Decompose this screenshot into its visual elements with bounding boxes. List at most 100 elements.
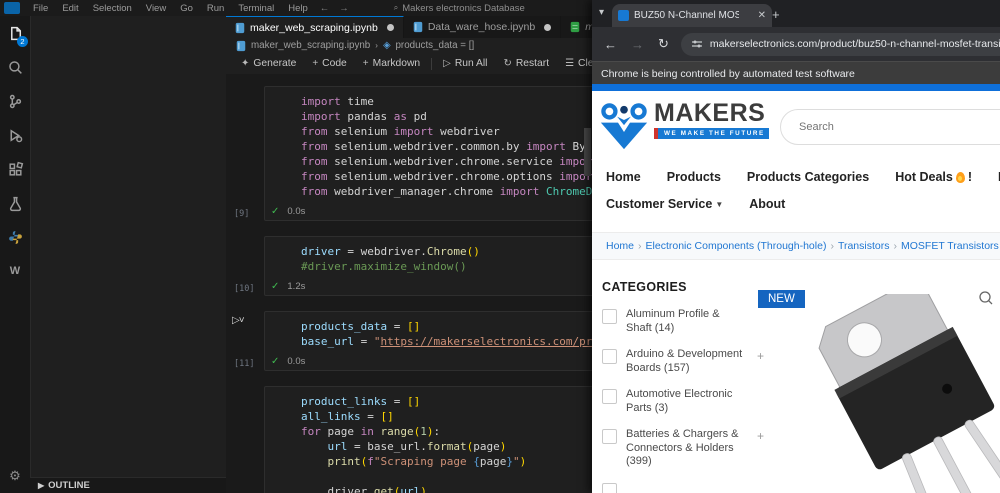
url-text: makerselectronics.com/product/buz50-n-ch… (709, 38, 1000, 50)
site-search-box[interactable] (780, 109, 1000, 145)
site-top-accent-bar (592, 84, 1000, 91)
add-code-button[interactable]: + Code (305, 58, 353, 69)
category-item-cutoff[interactable] (602, 482, 748, 493)
explorer-badge: 2 (17, 36, 28, 47)
category-item[interactable]: Batteries & Chargers & Connectors & Hold… (602, 428, 764, 469)
generate-button[interactable]: ✦ Generate (234, 58, 303, 69)
category-checkbox[interactable] (602, 429, 617, 444)
menu-terminal[interactable]: Terminal (231, 3, 281, 14)
explorer-icon[interactable]: 2 (0, 16, 30, 50)
python-extension-icon[interactable] (0, 220, 30, 254)
category-label: Aluminum Profile & Shaft (14) (626, 308, 720, 334)
category-label: Automotive Electronic Parts (3) (626, 388, 733, 414)
automation-infobar: Chrome is being controlled by automated … (592, 61, 1000, 85)
menu-go[interactable]: Go (173, 3, 200, 14)
back-icon[interactable]: ← (598, 37, 623, 52)
menu-run[interactable]: Run (200, 3, 231, 14)
cell-exec-time: 0.0s (287, 205, 306, 217)
vscode-menubar: File Edit Selection View Go Run Terminal Help (26, 3, 315, 14)
run-all-button[interactable]: ▷ Run All (436, 58, 494, 69)
product-image-transistor (818, 294, 1000, 493)
new-badge: NEW (758, 290, 805, 308)
history-back-icon[interactable]: ← (315, 3, 335, 14)
chrome-window: ▾ BUZ50 N-Channel MOSFET Tra ✕ + ← → ↻ m… (592, 0, 1000, 493)
clear-icon: ☰ (565, 58, 575, 69)
nav-item-hot-deals[interactable]: Hot Deals! (895, 170, 972, 184)
screenshot-root: File Edit Selection View Go Run Terminal Help ←… (0, 0, 1000, 493)
menu-view[interactable]: View (139, 3, 173, 14)
command-center-search[interactable]: ⌕ Makers electronics Database (394, 3, 525, 14)
breadcrumb-symbol[interactable]: products_data = [] (395, 40, 474, 51)
breadcrumb-link[interactable]: MOSFET Transistors (901, 240, 999, 252)
makers-logo-icon (600, 103, 648, 150)
success-check-icon: ✓ (271, 355, 280, 367)
site-settings-icon[interactable] (691, 38, 703, 50)
nav-item-products-categories[interactable]: Products Categories (747, 170, 869, 184)
modified-dot-icon[interactable] (386, 24, 394, 31)
source-control-icon[interactable] (0, 84, 30, 118)
sparkle-icon: ✦ (241, 58, 250, 69)
site-logo[interactable]: MAKERS WE MAKE THE FUTURE (600, 101, 769, 151)
chevron-right-icon: › (375, 41, 378, 50)
chrome-toolbar: ← → ↻ makerselectronics.com/product/buz5… (592, 27, 1000, 61)
testing-icon[interactable] (0, 186, 30, 220)
wakatime-icon[interactable]: W (0, 254, 30, 288)
run-cell-button[interactable]: ▷˅ (232, 315, 244, 326)
add-markdown-button[interactable]: + Markdown (356, 58, 427, 69)
breadcrumb-link[interactable]: Electronic Components (Through-hole) (646, 240, 827, 252)
category-label: Arduino & Development Boards (157) (626, 348, 743, 374)
infobar-text: Chrome is being controlled by automated … (601, 67, 855, 80)
address-bar[interactable]: makerselectronics.com/product/buz50-n-ch… (680, 32, 1000, 56)
history-forward-icon[interactable]: → (334, 3, 354, 14)
category-checkbox[interactable] (602, 309, 617, 324)
nav-item-about[interactable]: About (749, 197, 785, 211)
browser-tab[interactable]: BUZ50 N-Channel MOSFET Tra ✕ (612, 4, 772, 27)
category-item[interactable]: Automotive Electronic Parts (3) (602, 388, 748, 415)
csv-file-icon (570, 21, 580, 33)
restart-icon: ↻ (503, 58, 512, 69)
menu-file[interactable]: File (26, 3, 55, 14)
chrome-tabstrip: ▾ BUZ50 N-Channel MOSFET Tra ✕ + (592, 0, 1000, 27)
editor-scrollbar[interactable] (584, 128, 591, 176)
search-sidebar-icon[interactable] (0, 50, 30, 84)
menu-help[interactable]: Help (281, 3, 315, 14)
breadcrumb-file[interactable]: maker_web_scraping.ipynb (251, 40, 370, 51)
category-item[interactable]: Arduino & Development Boards (157) + (602, 348, 764, 375)
close-tab-icon[interactable]: ✕ (758, 10, 766, 21)
editor-tab[interactable]: Data_ware_hose.ipynb (403, 16, 562, 38)
nav-item-home[interactable]: Home (606, 170, 641, 184)
category-checkbox[interactable] (602, 349, 617, 364)
category-checkbox[interactable] (602, 389, 617, 404)
settings-gear-icon[interactable]: ⚙ (0, 459, 30, 493)
nav-item-products[interactable]: Products (667, 170, 721, 184)
category-label: Batteries & Chargers & Connectors & Hold… (626, 428, 739, 467)
editor-tab[interactable]: maker_web_scraping.ipynb (226, 16, 404, 38)
breadcrumb-link[interactable]: Home (606, 240, 634, 252)
forward-icon[interactable]: → (625, 37, 650, 52)
symbol-icon: ◈ (382, 40, 391, 51)
logo-tagline: WE MAKE THE FUTURE (654, 128, 769, 139)
website-page: MAKERS WE MAKE THE FUTURE Home Products Pr… (592, 84, 1000, 493)
run-debug-icon[interactable] (0, 118, 30, 152)
tab-label: Data_ware_hose.ipynb (427, 21, 536, 33)
new-tab-button[interactable]: + (772, 8, 780, 21)
category-checkbox[interactable] (602, 482, 617, 493)
reload-icon[interactable]: ↻ (652, 36, 675, 52)
outline-section[interactable]: ▶ OUTLINE (30, 477, 234, 493)
menu-edit[interactable]: Edit (55, 3, 85, 14)
logo-text: MAKERS (654, 99, 766, 127)
category-item[interactable]: Aluminum Profile & Shaft (14) (602, 308, 748, 335)
tab-search-icon[interactable]: ▾ (599, 7, 604, 18)
categories-panel: CATEGORIES Aluminum Profile & Shaft (14)… (602, 280, 764, 493)
site-search-input[interactable] (797, 120, 951, 134)
extensions-icon[interactable] (0, 152, 30, 186)
cell-exec-time: 1.2s (287, 280, 306, 292)
image-zoom-icon[interactable] (978, 290, 994, 306)
nav-item-customer-service[interactable]: Customer Service ▼ (606, 197, 723, 211)
search-icon: ⌕ (393, 3, 399, 12)
modified-dot-icon[interactable] (544, 23, 552, 31)
menu-selection[interactable]: Selection (86, 3, 139, 14)
breadcrumb-link[interactable]: Transistors (838, 240, 890, 252)
restart-button[interactable]: ↻ Restart (496, 58, 556, 69)
execution-count: [11] (234, 359, 255, 369)
